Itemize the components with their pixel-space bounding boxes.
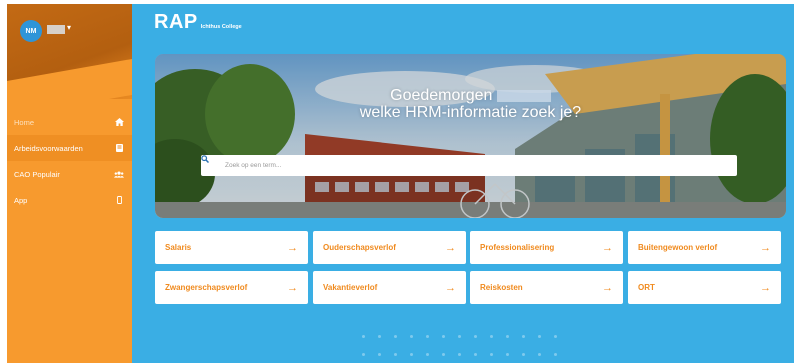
decorative-dot — [394, 335, 397, 338]
decorative-dot — [490, 335, 493, 338]
decorative-dot — [506, 335, 509, 338]
arrow-right-icon: → — [445, 241, 456, 254]
sidebar-header-bg — [7, 4, 132, 99]
search-box[interactable] — [201, 155, 737, 176]
search-input[interactable] — [225, 156, 737, 175]
decorative-dot — [522, 335, 525, 338]
decorative-dot — [538, 335, 541, 338]
tile-label: Reiskosten — [480, 283, 523, 292]
greeting-question: welke HRM-informatie zoek je? — [359, 104, 582, 121]
search-icon[interactable] — [201, 155, 219, 171]
user-name-redacted — [496, 89, 551, 102]
page-edge — [794, 4, 803, 363]
decorative-dot — [426, 335, 429, 338]
arrow-right-icon: → — [760, 281, 771, 294]
avatar[interactable]: NM — [20, 20, 42, 42]
tile-reiskosten[interactable]: Reiskosten → — [470, 271, 623, 304]
tile-vakantieverlof[interactable]: Vakantieverlof → — [313, 271, 466, 304]
sidebar-item-arbeidsvoorwaarden[interactable]: Arbeidsvoorwaarden — [7, 135, 132, 161]
tile-buitengewoon-verlof[interactable]: Buitengewoon verlof → — [628, 231, 781, 264]
logo-text: RAP — [154, 11, 198, 33]
decorative-dot — [490, 353, 493, 356]
sidebar: NM ▾ Home Arbeidsvoorwaarden CAO Populai… — [7, 4, 132, 363]
arrow-right-icon: → — [602, 281, 613, 294]
main-content: RAP Ichthus College Goedemorgen welke HR… — [132, 4, 794, 363]
tile-ort[interactable]: ORT → — [628, 271, 781, 304]
chevron-down-icon[interactable]: ▾ — [67, 23, 71, 32]
sidebar-item-label: Arbeidsvoorwaarden — [14, 143, 83, 153]
app-logo[interactable]: RAP Ichthus College — [154, 11, 242, 34]
arrow-right-icon: → — [287, 281, 298, 294]
tile-label: Buitengewoon verlof — [638, 243, 718, 252]
decorative-dot — [378, 353, 381, 356]
tile-label: Professionalisering — [480, 243, 555, 252]
decorative-dot — [410, 353, 413, 356]
decorative-dot — [506, 353, 509, 356]
users-icon — [114, 169, 124, 179]
tile-label: Ouderschapsverlof — [323, 243, 396, 252]
sidebar-item-home[interactable]: Home — [7, 109, 132, 135]
tile-label: Vakantieverlof — [323, 283, 378, 292]
decorative-dot — [474, 335, 477, 338]
decorative-dot — [426, 353, 429, 356]
sidebar-nav: Home Arbeidsvoorwaarden CAO Populair App — [7, 109, 132, 213]
decorative-dot — [362, 335, 365, 338]
tile-label: ORT — [638, 283, 655, 292]
sidebar-item-label: Home — [14, 117, 35, 127]
user-name-redacted[interactable] — [47, 25, 65, 34]
tile-label: Salaris — [165, 243, 192, 252]
hero-greeting: Goedemorgen welke HRM-informatie zoek je… — [155, 87, 786, 121]
decorative-dot — [458, 335, 461, 338]
decorative-dot — [458, 353, 461, 356]
arrow-right-icon: → — [287, 241, 298, 254]
sidebar-item-cao-populair[interactable]: CAO Populair — [7, 161, 132, 187]
decorative-dot — [474, 353, 477, 356]
decorative-dot — [442, 335, 445, 338]
tile-salaris[interactable]: Salaris → — [155, 231, 308, 264]
decorative-dot — [378, 335, 381, 338]
tile-label: Zwangerschapsverlof — [165, 283, 248, 292]
mobile-icon — [114, 195, 124, 205]
tile-ouderschapsverlof[interactable]: Ouderschapsverlof → — [313, 231, 466, 264]
hero-banner: Goedemorgen welke HRM-informatie zoek je… — [155, 54, 786, 218]
organization-name: Ichthus College — [200, 24, 242, 30]
sidebar-item-label: App — [14, 195, 28, 205]
decorative-dot — [554, 353, 557, 356]
arrow-right-icon: → — [445, 281, 456, 294]
sidebar-item-label: CAO Populair — [14, 169, 60, 179]
tile-professionalisering[interactable]: Professionalisering → — [470, 231, 623, 264]
sidebar-item-app[interactable]: App — [7, 187, 132, 213]
decorative-dot — [394, 353, 397, 356]
decorative-dot — [410, 335, 413, 338]
decorative-dot — [538, 353, 541, 356]
decorative-dot — [522, 353, 525, 356]
home-icon — [114, 117, 124, 127]
decorative-dot — [362, 353, 365, 356]
greeting-text: Goedemorgen — [390, 87, 493, 104]
tile-zwangerschapsverlof[interactable]: Zwangerschapsverlof → — [155, 271, 308, 304]
decorative-dot — [554, 335, 557, 338]
hero-photo — [155, 54, 786, 218]
arrow-right-icon: → — [602, 241, 613, 254]
book-icon — [114, 143, 124, 153]
decorative-dot — [442, 353, 445, 356]
arrow-right-icon: → — [760, 241, 771, 254]
